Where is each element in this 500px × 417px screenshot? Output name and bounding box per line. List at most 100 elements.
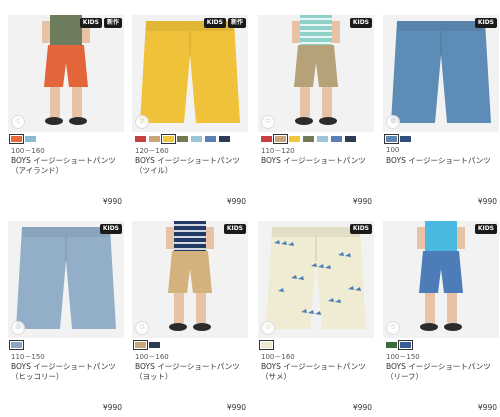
color-swatch[interactable]: [331, 136, 342, 142]
color-swatches: [384, 134, 411, 144]
product-name[interactable]: BOYS イージーショートパンツ: [261, 156, 371, 166]
color-swatch[interactable]: [149, 136, 160, 142]
product-photo[interactable]: KIDS ♡: [258, 221, 374, 338]
product-image[interactable]: [258, 15, 374, 132]
color-swatch[interactable]: [273, 134, 288, 144]
size-range: 100－160: [261, 353, 295, 361]
color-swatches: [133, 340, 160, 350]
color-swatches: [386, 340, 413, 350]
product-card[interactable]: KIDS 新作 ♡ 120－160 BOYS イージーショートパンツ（ツイル） ¥990: [132, 15, 248, 211]
kids-badge: KIDS: [474, 224, 497, 234]
color-swatch[interactable]: [135, 136, 146, 142]
product-photo[interactable]: KIDS ♡: [132, 221, 248, 338]
size-range: 110－150: [11, 353, 45, 361]
kids-badge: KIDS: [349, 224, 372, 234]
tag-group: KIDS: [474, 224, 497, 234]
new-badge: 新作: [103, 18, 122, 28]
color-swatch[interactable]: [400, 136, 411, 142]
color-swatch[interactable]: [149, 342, 160, 348]
heart-icon[interactable]: ♡: [11, 321, 25, 335]
product-name[interactable]: BOYS イージーショートパンツ（アイランド）: [11, 156, 121, 176]
color-swatch[interactable]: [191, 136, 202, 142]
color-swatch[interactable]: [161, 134, 176, 144]
product-name[interactable]: BOYS イージーショートパンツ（ヨット）: [135, 362, 245, 382]
tag-group: KIDS: [349, 18, 372, 28]
product-name[interactable]: BOYS イージーショートパンツ（リーフ）: [386, 362, 496, 382]
color-swatch[interactable]: [261, 136, 272, 142]
product-price: ¥990: [226, 197, 246, 206]
product-card[interactable]: KIDS ♡ 100－150 BOYS イージーショートパンツ（リーフ） ¥990: [383, 221, 499, 417]
color-swatch[interactable]: [386, 342, 397, 348]
color-swatches: [9, 340, 24, 350]
kids-badge: KIDS: [99, 224, 122, 234]
color-swatch[interactable]: [259, 340, 274, 350]
product-card[interactable]: KIDS ♡ 110－120 BOYS イージーショートパンツ ¥990: [258, 15, 374, 211]
heart-icon[interactable]: ♡: [386, 321, 400, 335]
product-card[interactable]: KIDS ♡ 100－160 BOYS イージーショートパンツ（ヨット） ¥990: [132, 221, 248, 417]
heart-icon[interactable]: ♡: [135, 321, 149, 335]
product-name[interactable]: BOYS イージーショートパンツ（ヒッコリー）: [11, 362, 121, 382]
color-swatch[interactable]: [317, 136, 328, 142]
heart-icon[interactable]: ♡: [11, 115, 25, 129]
color-swatch[interactable]: [303, 136, 314, 142]
product-card[interactable]: KIDS 新作 ♡ 100－160 BOYS イージーショートパンツ（アイランド） ¥99…: [8, 15, 124, 211]
color-swatch[interactable]: [25, 136, 36, 142]
product-card[interactable]: KIDS ♡ 100－160 BOYS イージーショートパンツ（サメ） ¥990: [258, 221, 374, 417]
kids-badge: KIDS: [223, 224, 246, 234]
size-range: 100－160: [11, 147, 45, 155]
product-image[interactable]: [8, 221, 124, 338]
color-swatches: [259, 340, 274, 350]
product-image[interactable]: [258, 221, 374, 338]
product-photo[interactable]: KIDS ♡: [258, 15, 374, 132]
color-swatch[interactable]: [345, 136, 356, 142]
color-swatch[interactable]: [219, 136, 230, 142]
product-photo[interactable]: KIDS ♡: [383, 15, 499, 132]
color-swatch[interactable]: [9, 340, 24, 350]
kids-badge: KIDS: [349, 18, 372, 28]
size-range: 100: [386, 146, 400, 154]
product-photo[interactable]: KIDS ♡: [383, 221, 499, 338]
color-swatch[interactable]: [398, 340, 413, 350]
product-price: ¥990: [477, 403, 497, 412]
product-image[interactable]: [8, 15, 124, 132]
product-price: ¥990: [352, 197, 372, 206]
color-swatch[interactable]: [205, 136, 216, 142]
product-photo[interactable]: KIDS 新作 ♡: [8, 15, 124, 132]
color-swatches: [135, 134, 230, 144]
product-image[interactable]: [132, 15, 248, 132]
product-card[interactable]: KIDS ♡ 110－150 BOYS イージーショートパンツ（ヒッコリー） ¥990: [8, 221, 124, 417]
kids-badge: KIDS: [474, 18, 497, 28]
heart-icon[interactable]: ♡: [261, 321, 275, 335]
product-name[interactable]: BOYS イージーショートパンツ（サメ）: [261, 362, 371, 382]
color-swatch[interactable]: [133, 340, 148, 350]
kids-badge: KIDS: [203, 18, 226, 28]
product-price: ¥990: [102, 403, 122, 412]
size-range: 110－120: [261, 147, 295, 155]
product-card[interactable]: KIDS ♡ 100 BOYS イージーショートパンツ ¥990: [383, 15, 499, 211]
product-price: ¥990: [102, 197, 122, 206]
color-swatches: [261, 134, 356, 144]
product-name[interactable]: BOYS イージーショートパンツ: [386, 156, 496, 166]
product-image[interactable]: [132, 221, 248, 338]
size-range: 120－160: [135, 147, 169, 155]
tag-group: KIDS 新作: [203, 18, 246, 28]
size-range: 100－150: [386, 353, 420, 361]
heart-icon[interactable]: ♡: [135, 115, 149, 129]
product-photo[interactable]: KIDS 新作 ♡: [132, 15, 248, 132]
size-range: 100－160: [135, 353, 169, 361]
kids-badge: KIDS: [79, 18, 102, 28]
new-badge: 新作: [227, 18, 246, 28]
heart-icon[interactable]: ♡: [386, 115, 400, 129]
product-price: ¥990: [477, 197, 497, 206]
product-image[interactable]: [383, 15, 499, 132]
product-photo[interactable]: KIDS ♡: [8, 221, 124, 338]
color-swatch[interactable]: [384, 134, 399, 144]
color-swatch[interactable]: [289, 136, 300, 142]
color-swatches: [9, 134, 36, 144]
product-image[interactable]: [383, 221, 499, 338]
color-swatch[interactable]: [9, 134, 24, 144]
product-name[interactable]: BOYS イージーショートパンツ（ツイル）: [135, 156, 245, 176]
heart-icon[interactable]: ♡: [261, 115, 275, 129]
product-price: ¥990: [226, 403, 246, 412]
color-swatch[interactable]: [177, 136, 188, 142]
